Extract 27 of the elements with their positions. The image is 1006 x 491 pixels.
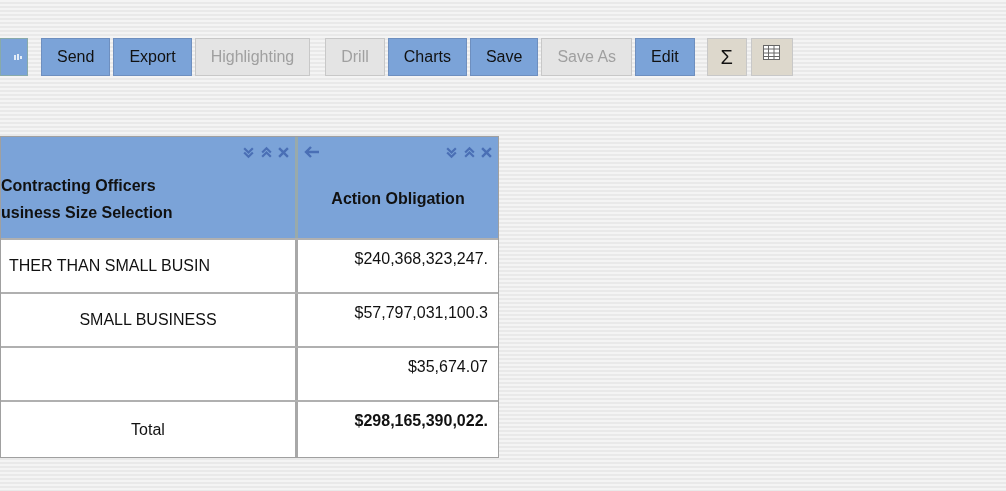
left-arrow-icon[interactable] bbox=[304, 146, 320, 158]
amount-cell-text: $298,165,390,022. bbox=[354, 411, 488, 431]
table-view-button[interactable] bbox=[750, 38, 793, 76]
toolbar-button[interactable]: Export bbox=[113, 38, 192, 76]
row-label: Total bbox=[131, 419, 165, 440]
expand-down-icon[interactable] bbox=[242, 145, 255, 159]
toolbar-button[interactable]: Send bbox=[41, 38, 111, 76]
expand-down-icon[interactable] bbox=[445, 145, 458, 159]
expand-up-icon[interactable] bbox=[463, 145, 476, 159]
row-label: SMALL BUSINESS bbox=[79, 310, 217, 330]
column-title: Action Obligation bbox=[331, 189, 465, 209]
chart-toggle-button[interactable] bbox=[0, 38, 28, 76]
column-title: usiness Size Selection bbox=[1, 202, 173, 223]
grid-icon bbox=[763, 45, 781, 60]
toolbar-button[interactable]: Save bbox=[469, 38, 539, 76]
amount-cell-text: $240,368,323,247. bbox=[354, 249, 488, 269]
bars-icon bbox=[13, 51, 23, 63]
close-icon[interactable] bbox=[278, 146, 289, 158]
expand-up-icon[interactable] bbox=[260, 145, 273, 159]
row-label: THER THAN SMALL BUSIN bbox=[9, 256, 210, 276]
toolbar-button[interactable]: Charts bbox=[387, 38, 467, 76]
sum-button[interactable]: Σ bbox=[706, 38, 747, 76]
toolbar-button[interactable]: Edit bbox=[635, 38, 695, 76]
close-icon[interactable] bbox=[481, 146, 492, 158]
amount-cell-text: $35,674.07 bbox=[407, 357, 488, 377]
column-title: Contracting Officers bbox=[1, 175, 156, 196]
amount-cell-text: $57,797,031,100.3 bbox=[354, 303, 488, 323]
